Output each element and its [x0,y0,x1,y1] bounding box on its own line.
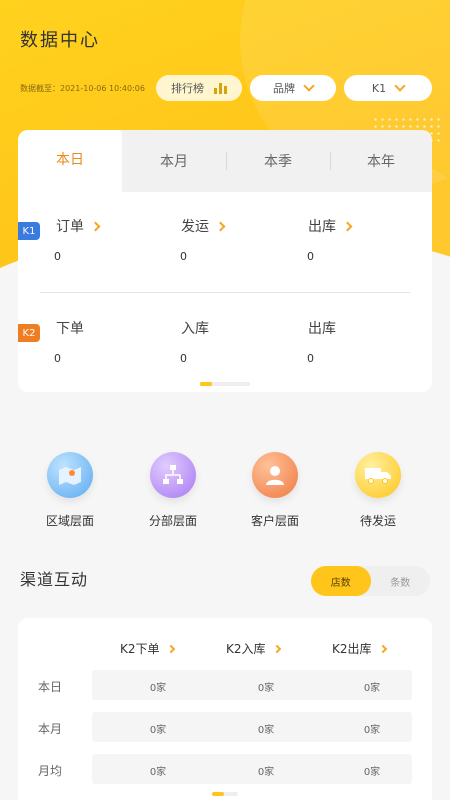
quick-link-branch[interactable]: 分部层面 [128,452,218,529]
k1-outbound-link[interactable]: 出库 [308,216,353,236]
tab-divider [226,152,227,170]
brand-dropdown[interactable]: 品牌 [250,75,336,101]
quick-link-region[interactable]: 区域层面 [25,452,115,529]
quick-link-label: 区域层面 [45,514,94,528]
metric-label: 下单 [56,321,84,337]
k2-outbound-label: 出库 [308,318,336,338]
row-label: 本日 [38,680,63,694]
brand-label: 品牌 [273,82,295,95]
map-icon [47,452,93,498]
section-title: 渠道互动 [20,570,89,589]
column-header-k2-outbound[interactable]: K2出库 [332,640,387,657]
k1-orders-value: 0 [54,250,61,263]
tab-quarter[interactable]: 本季 [226,130,330,192]
table-cell: 0家 [257,683,275,694]
table-cell: 0家 [257,767,275,778]
metric-label: 出库 [308,321,336,337]
tab-year[interactable]: 本年 [330,130,432,192]
column-header-label: K2出库 [332,642,372,656]
metric-label: 发运 [181,219,209,235]
chevron-right-icon [378,644,387,653]
stats-card: 本月 本季 本年 本日 K1 订单 0 发运 0 出库 0 K2 下单 0 入库… [18,130,432,392]
quick-link-label: 待发运 [359,514,396,528]
table-cell: 0家 [149,683,167,694]
table-cell: 0家 [363,683,381,694]
quick-link-label: 客户层面 [250,514,299,528]
k1-dropdown[interactable]: K1 [344,75,432,101]
k1-shipped-value: 0 [180,250,187,263]
quick-link-label: 分部层面 [148,514,197,528]
ranking-button[interactable]: 排行榜 [156,75,242,101]
column-header-k2-inbound[interactable]: K2入库 [226,640,281,657]
k2-order-label: 下单 [56,318,84,338]
quick-link-pending-shipment[interactable]: 待发运 [333,452,423,529]
chevron-right-icon [215,221,226,231]
quick-link-customer[interactable]: 客户层面 [230,452,320,529]
chevron-right-icon [272,644,281,653]
k1-outbound-value: 0 [307,250,314,263]
k2-order-value: 0 [54,352,61,365]
org-chart-icon [150,452,196,498]
k2-badge: K2 [18,324,40,342]
table-cell: 0家 [149,767,167,778]
metric-label: 订单 [56,219,84,235]
channel-table-card: K2下单 K2入库 K2出库 本日 0家 0家 0家 本月 0家 0家 0家 月… [18,618,432,800]
page-indicator [212,792,238,796]
table-cell: 0家 [257,725,275,736]
chevron-right-icon [166,644,175,653]
truck-icon [355,452,401,498]
row-label: 月均 [38,764,63,778]
bar-chart-icon [214,82,227,94]
metric-label: 入库 [181,321,209,337]
metric-label: 出库 [308,219,336,235]
count-type-toggle: 店数 条数 [311,566,430,596]
ranking-label: 排行榜 [171,82,204,95]
k1-select-label: K1 [371,81,387,95]
table-cell: 0家 [363,725,381,736]
k2-inbound-label: 入库 [181,318,209,338]
k2-inbound-value: 0 [180,352,187,365]
k1-orders-link[interactable]: 订单 [56,216,101,236]
chevron-right-icon [342,221,353,231]
chevron-right-icon [90,221,101,231]
table-cell: 0家 [149,725,167,736]
column-header-label: K2下单 [120,642,160,656]
table-cell: 0家 [363,767,381,778]
k1-shipped-link[interactable]: 发运 [181,216,226,236]
k1-badge: K1 [18,222,40,240]
user-icon [252,452,298,498]
column-header-k2-order[interactable]: K2下单 [120,640,175,657]
data-timestamp: 数据截至：2021-10-06 10:40:06 [20,84,145,93]
k2-outbound-value: 0 [307,352,314,365]
tab-month[interactable]: 本月 [122,130,226,192]
page-indicator [200,382,250,386]
page-title: 数据中心 [20,30,100,51]
row-label: 本月 [38,722,63,736]
tab-today[interactable]: 本日 [18,130,122,192]
chevron-down-icon [303,80,315,92]
column-header-label: K2入库 [226,642,266,656]
tab-divider [330,152,331,170]
toggle-store-count[interactable]: 店数 [311,566,371,596]
chevron-down-icon [394,80,406,92]
section-divider [40,292,410,293]
toggle-item-count[interactable]: 条数 [371,566,431,596]
